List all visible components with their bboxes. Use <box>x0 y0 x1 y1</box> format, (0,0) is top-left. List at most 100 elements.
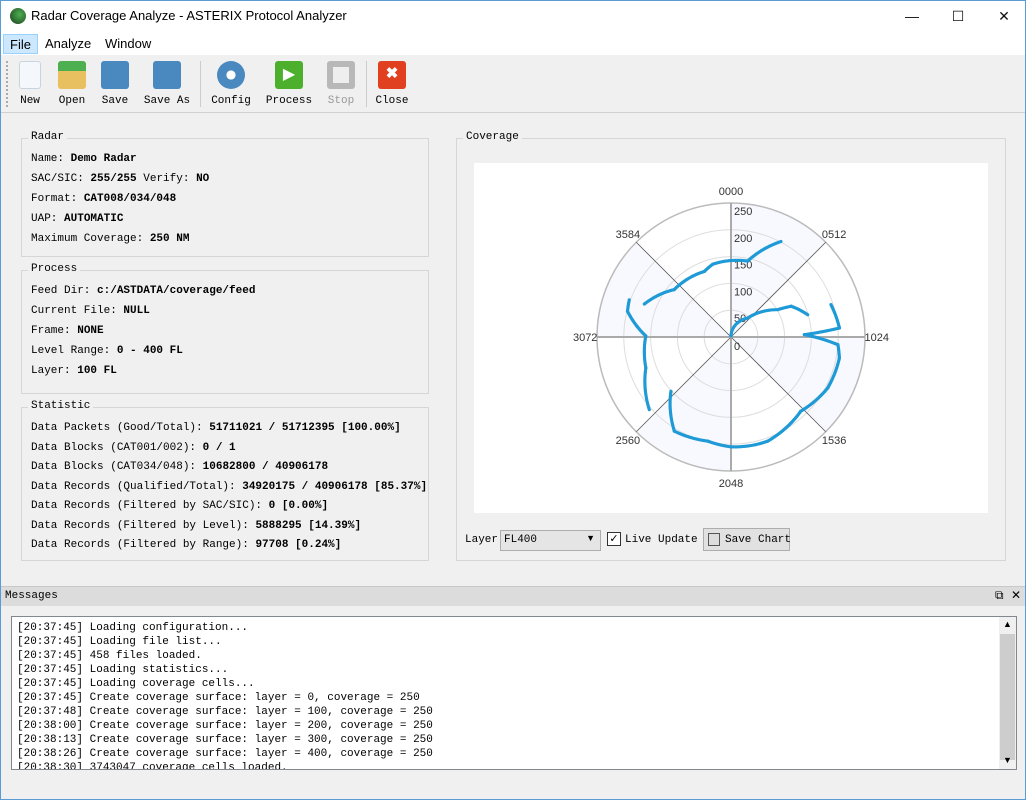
statistic-group: Statistic Data Packets (Good/Total): 517… <box>21 400 429 561</box>
config-button[interactable]: Config <box>209 61 253 107</box>
live-update-checkbox[interactable]: ✓ <box>607 532 621 546</box>
process-group: Process Feed Dir: c:/ASTDATA/coverage/fe… <box>21 263 429 394</box>
angular-tick-label: 1536 <box>822 435 846 447</box>
field-value: 0 [0.00%] <box>268 500 329 512</box>
field-label: Maximum Coverage: <box>31 233 150 245</box>
close-window-button[interactable]: ✕ <box>981 1 1026 31</box>
process-group-title: Process <box>28 263 81 275</box>
statistic-row: Data Records (Filtered by Level): 588829… <box>31 520 361 532</box>
float-dock-icon[interactable]: ⧉ <box>995 588 1004 603</box>
statistic-row: Data Packets (Good/Total): 51711021 / 51… <box>31 422 401 434</box>
field-value: 34920175 / 40906178 [85.37%] <box>242 480 428 493</box>
statistic-row: Data Blocks (CAT001/002): 0 / 1 <box>31 442 236 454</box>
process-row: Frame: NONE <box>31 325 104 337</box>
field-label: Data Records (Filtered by Level): <box>31 519 256 532</box>
close-red-icon: ✖ <box>378 61 406 89</box>
field-label: Data Records (Filtered by SAC/SIC): <box>31 500 269 512</box>
log-line: [20:38:30] 3743047 coverage cells loaded… <box>17 762 288 770</box>
field-label: Format: <box>31 193 84 205</box>
scrollbar-thumb[interactable] <box>1000 634 1015 760</box>
field-label: Data Records (Qualified/Total): <box>31 480 243 493</box>
coverage-point <box>627 298 631 302</box>
toolbar-separator <box>200 61 201 107</box>
log-line: [20:38:26] Create coverage surface: laye… <box>17 748 433 760</box>
open-button[interactable]: Open <box>53 61 91 107</box>
log-line: [20:37:45] Loading configuration... <box>17 622 249 634</box>
field-label: Data Blocks (CAT034/048): <box>31 461 203 473</box>
scroll-down-icon[interactable]: ▼ <box>1003 755 1012 765</box>
field-label: UAP: <box>31 213 65 225</box>
field-label: Current File: <box>31 305 124 317</box>
toolbar: New Open Save Save As Config ▶ Process St… <box>1 55 1025 113</box>
process-row: Feed Dir: c:/ASTDATA/coverage/feed <box>31 285 255 297</box>
new-button[interactable]: New <box>15 61 45 107</box>
save-chart-button[interactable]: Save Chart <box>703 528 791 551</box>
new-file-icon <box>19 61 41 89</box>
log-line: [20:37:45] Loading file list... <box>17 636 222 648</box>
app-icon <box>10 8 26 24</box>
save-as-button[interactable]: Save As <box>141 61 193 107</box>
coverage-point <box>642 302 646 306</box>
play-icon: ▶ <box>275 61 303 89</box>
live-update-label[interactable]: Live Update <box>625 534 698 546</box>
save-button[interactable]: Save <box>97 61 133 107</box>
close-button[interactable]: ✖ Close <box>373 61 411 107</box>
minimize-button[interactable]: — <box>889 1 935 31</box>
angular-tick-label: 0000 <box>719 186 743 198</box>
field-label: Verify: <box>136 173 197 185</box>
statistic-group-title: Statistic <box>28 400 94 412</box>
messages-log[interactable]: [20:37:45] Loading configuration... [20:3… <box>11 616 1017 770</box>
angular-tick-label: 3072 <box>573 332 597 344</box>
field-value: c:/ASTDATA/coverage/feed <box>97 285 256 297</box>
angular-tick-label: 1024 <box>865 332 889 344</box>
layer-label: Layer <box>465 534 499 546</box>
stop-button[interactable]: Stop <box>323 61 359 107</box>
messages-scrollbar[interactable]: ▲ ▼ <box>999 617 1016 769</box>
field-value: 10682800 / 40906178 <box>202 461 329 473</box>
close-dock-icon[interactable]: ✕ <box>1011 588 1021 602</box>
field-value: 255/255 <box>90 173 137 185</box>
radar-row: UAP: AUTOMATIC <box>31 213 123 225</box>
log-line: [20:37:45] Loading statistics... <box>17 664 229 676</box>
open-folder-icon <box>58 61 86 89</box>
radial-tick-label: 0 <box>734 341 740 353</box>
field-value: AUTOMATIC <box>64 213 124 225</box>
gear-icon <box>217 61 245 89</box>
coverage-group-title: Coverage <box>463 131 522 143</box>
radar-row: Name: Demo Radar <box>31 153 137 165</box>
field-value: 0 / 1 <box>202 441 236 454</box>
log-line: [20:38:13] Create coverage surface: laye… <box>17 734 433 746</box>
statistic-row: Data Records (Filtered by SAC/SIC): 0 [0… <box>31 500 328 512</box>
field-value: 51711021 / 51712395 [100.00%] <box>209 422 401 434</box>
field-value: 0 - 400 FL <box>116 345 183 357</box>
floppy-list-icon <box>153 61 181 89</box>
field-label: SAC/SIC: <box>31 173 91 185</box>
radial-tick-label: 250 <box>734 206 752 218</box>
scroll-up-icon[interactable]: ▲ <box>1003 619 1012 629</box>
angular-tick-label: 3584 <box>616 229 640 241</box>
messages-title: Messages <box>5 590 58 602</box>
statistic-row: Data Records (Qualified/Total): 34920175… <box>31 481 427 493</box>
radar-row: SAC/SIC: 255/255 Verify: NO <box>31 173 209 185</box>
coverage-polar-chart: 0000051210241536204825603072358405010015… <box>474 163 988 513</box>
save-chart-icon <box>708 533 720 546</box>
radar-row: Maximum Coverage: 250 NM <box>31 233 189 245</box>
field-label: Data Blocks (CAT001/002): <box>31 441 203 454</box>
angular-tick-label: 2048 <box>719 478 743 490</box>
process-row: Level Range: 0 - 400 FL <box>31 345 183 357</box>
floppy-icon <box>101 61 129 89</box>
maximize-button[interactable]: ☐ <box>935 1 981 31</box>
field-value: Demo Radar <box>70 153 137 165</box>
process-button[interactable]: ▶ Process <box>263 61 315 107</box>
radar-row: Format: CAT008/034/048 <box>31 193 176 205</box>
radar-group-title: Radar <box>28 131 68 143</box>
layer-select[interactable]: FL400 ▼ <box>500 530 601 551</box>
menu-analyze[interactable]: Analyze <box>39 34 97 54</box>
menu-file[interactable]: File <box>3 34 38 54</box>
shaded-sector <box>636 337 731 471</box>
field-label: Data Records (Filtered by Range): <box>31 539 256 551</box>
field-label: Name: <box>31 153 71 165</box>
field-value: 5888295 [14.39%] <box>255 519 362 532</box>
toolbar-handle[interactable] <box>6 61 9 107</box>
menu-window[interactable]: Window <box>99 34 157 54</box>
